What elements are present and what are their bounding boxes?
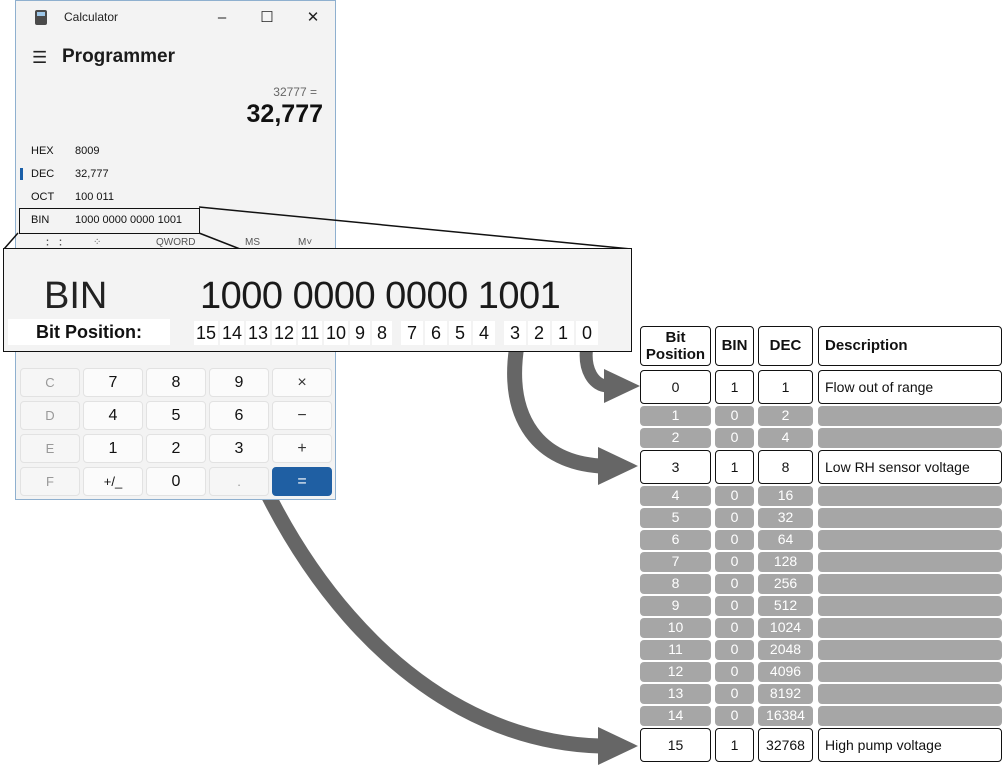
- bit-position-cell: 11: [298, 321, 322, 345]
- header-bit-position: Bit Position: [640, 326, 711, 366]
- cell-bin: 0: [715, 618, 754, 638]
- cell-description: [818, 596, 1002, 616]
- bit-position-cell: 15: [194, 321, 218, 345]
- bit-position-cell: 9: [350, 321, 370, 345]
- bit-position-cell: 1: [552, 321, 574, 345]
- cell-dec: 2048: [758, 640, 813, 660]
- cell-bit-position: 11: [640, 640, 711, 660]
- cell-bin: 0: [715, 596, 754, 616]
- cell-dec: 2: [758, 406, 813, 426]
- cell-bin: 0: [715, 662, 754, 682]
- cell-description: [818, 508, 1002, 528]
- cell-dec: 4096: [758, 662, 813, 682]
- cell-dec: 512: [758, 596, 813, 616]
- cell-dec: 64: [758, 530, 813, 550]
- header-bin: BIN: [715, 326, 754, 366]
- cell-dec: 32: [758, 508, 813, 528]
- cell-dec: 1024: [758, 618, 813, 638]
- cell-bit-position: 0: [640, 370, 711, 404]
- magnified-bin-value: 1000 0000 0000 1001: [200, 275, 561, 317]
- cell-bin: 0: [715, 406, 754, 426]
- cell-bit-position: 9: [640, 596, 711, 616]
- bit-position-cell: 4: [473, 321, 495, 345]
- cell-description: [818, 486, 1002, 506]
- cell-dec: 4: [758, 428, 813, 448]
- cell-description: [818, 552, 1002, 572]
- cell-dec: 128: [758, 552, 813, 572]
- cell-bit-position: 14: [640, 706, 711, 726]
- cell-bit-position: 4: [640, 486, 711, 506]
- cell-dec: 16384: [758, 706, 813, 726]
- bit-position-cell: 0: [576, 321, 598, 345]
- header-description: Description: [818, 326, 1002, 366]
- bit-position-label: Bit Position:: [8, 319, 170, 345]
- cell-bit-position: 8: [640, 574, 711, 594]
- cell-description: [818, 684, 1002, 704]
- cell-bin: 1: [715, 450, 754, 484]
- cell-bit-position: 7: [640, 552, 711, 572]
- cell-description: [818, 640, 1002, 660]
- cell-dec: 8: [758, 450, 813, 484]
- cell-bin: 0: [715, 574, 754, 594]
- cell-bin: 0: [715, 640, 754, 660]
- bit-position-cell: 10: [324, 321, 348, 345]
- cell-bit-position: 10: [640, 618, 711, 638]
- bit-position-cell: 8: [372, 321, 392, 345]
- cell-bit-position: 5: [640, 508, 711, 528]
- bin-magnifier: BIN 1000 0000 0000 1001 Bit Position: 15…: [3, 248, 632, 352]
- cell-bit-position: 1: [640, 406, 711, 426]
- bit-position-cell: 5: [449, 321, 471, 345]
- cell-description: [818, 574, 1002, 594]
- cell-dec: 8192: [758, 684, 813, 704]
- cell-description: [818, 406, 1002, 426]
- cell-description: Low RH sensor voltage: [818, 450, 1002, 484]
- bit-position-cell: 12: [272, 321, 296, 345]
- bit-position-cell: 6: [425, 321, 447, 345]
- cell-bit-position: 3: [640, 450, 711, 484]
- cell-bit-position: 2: [640, 428, 711, 448]
- header-dec: DEC: [758, 326, 813, 366]
- cell-bin: 0: [715, 508, 754, 528]
- cell-bit-position: 12: [640, 662, 711, 682]
- cell-bit-position: 6: [640, 530, 711, 550]
- cell-bin: 0: [715, 684, 754, 704]
- cell-bin: 0: [715, 486, 754, 506]
- cell-description: [818, 706, 1002, 726]
- magnified-bin-label: BIN: [44, 275, 108, 317]
- cell-bit-position: 13: [640, 684, 711, 704]
- cell-description: [818, 428, 1002, 448]
- bit-position-cell: 2: [528, 321, 550, 345]
- cell-description: [818, 530, 1002, 550]
- cell-dec: 256: [758, 574, 813, 594]
- bit-position-cell: 13: [246, 321, 270, 345]
- cell-bin: 0: [715, 706, 754, 726]
- bit-position-cell: 7: [401, 321, 423, 345]
- bit-position-cell: 3: [504, 321, 526, 345]
- cell-bin: 0: [715, 428, 754, 448]
- cell-bin: 0: [715, 552, 754, 572]
- cell-bin: 0: [715, 530, 754, 550]
- cell-bit-position: 15: [640, 728, 711, 762]
- cell-description: [818, 618, 1002, 638]
- cell-dec: 32768: [758, 728, 813, 762]
- cell-bin: 1: [715, 370, 754, 404]
- cell-dec: 16: [758, 486, 813, 506]
- cell-bin: 1: [715, 728, 754, 762]
- cell-dec: 1: [758, 370, 813, 404]
- cell-description: High pump voltage: [818, 728, 1002, 762]
- cell-description: Flow out of range: [818, 370, 1002, 404]
- cell-description: [818, 662, 1002, 682]
- bit-position-cell: 14: [220, 321, 244, 345]
